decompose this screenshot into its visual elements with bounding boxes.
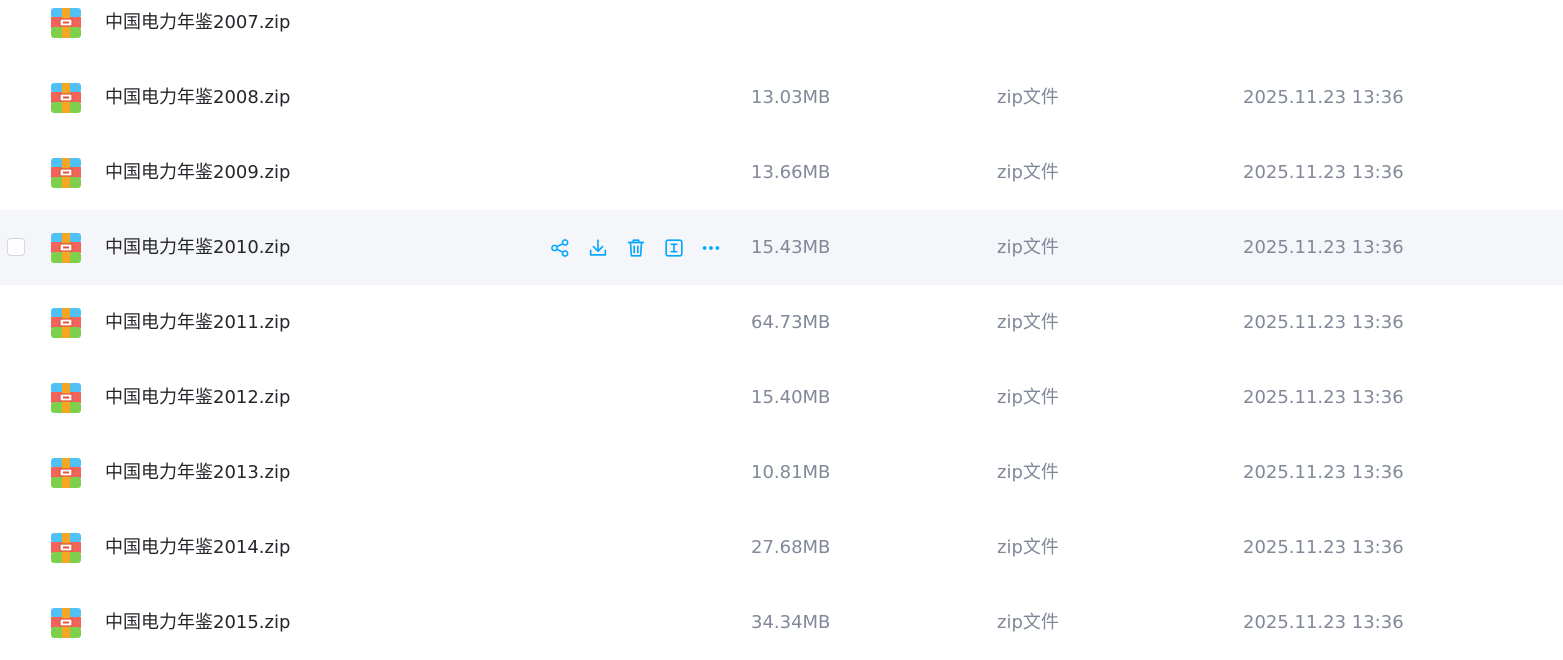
file-size: 13.03MB <box>751 87 831 108</box>
file-row[interactable]: 中国电力年鉴2012.zip 15.40MB zip文件 2025.11.23 … <box>0 360 1563 435</box>
zip-file-icon <box>51 533 81 563</box>
file-modified-time: 2025.11.23 13:36 <box>1243 162 1404 183</box>
file-row[interactable]: 中国电力年鉴2014.zip 27.68MB zip文件 2025.11.23 … <box>0 510 1563 585</box>
file-name[interactable]: 中国电力年鉴2011.zip <box>105 285 290 360</box>
file-modified-time: 2025.11.23 13:36 <box>1243 462 1404 483</box>
delete-button[interactable] <box>624 236 648 260</box>
file-modified-time: 2025.11.23 13:36 <box>1243 312 1404 333</box>
file-modified-time: 2025.11.23 13:36 <box>1243 537 1404 558</box>
trash-icon <box>627 239 645 257</box>
zip-file-icon <box>51 158 81 188</box>
file-modified-time: 2025.11.23 13:36 <box>1243 237 1404 258</box>
file-name[interactable]: 中国电力年鉴2008.zip <box>105 60 290 135</box>
file-size: 64.73MB <box>751 312 831 333</box>
file-type: zip文件 <box>997 312 1059 333</box>
file-modified-time: 2025.11.23 13:36 <box>1243 87 1404 108</box>
file-name[interactable]: 中国电力年鉴2012.zip <box>105 360 290 435</box>
zip-file-icon <box>51 383 81 413</box>
file-type: zip文件 <box>997 537 1059 558</box>
file-type: zip文件 <box>997 612 1059 633</box>
file-size: 10.81MB <box>751 462 831 483</box>
file-modified-time: 2025.11.23 13:36 <box>1243 387 1404 408</box>
zip-file-icon <box>51 233 81 263</box>
file-row[interactable]: 中国电力年鉴2008.zip 13.03MB zip文件 2025.11.23 … <box>0 60 1563 135</box>
file-size: 27.68MB <box>751 537 831 558</box>
rename-button[interactable] <box>662 236 686 260</box>
file-size: 15.40MB <box>751 387 831 408</box>
file-type: zip文件 <box>997 237 1059 258</box>
file-row[interactable]: 中国电力年鉴2015.zip 34.34MB zip文件 2025.11.23 … <box>0 585 1563 660</box>
file-row[interactable]: 中国电力年鉴2013.zip 10.81MB zip文件 2025.11.23 … <box>0 435 1563 510</box>
more-button[interactable] <box>699 236 723 260</box>
file-size: 34.34MB <box>751 612 831 633</box>
file-type: zip文件 <box>997 162 1059 183</box>
file-type: zip文件 <box>997 87 1059 108</box>
file-modified-time: 2025.11.23 13:36 <box>1243 612 1404 633</box>
file-list: 中国电力年鉴2007.zip 中国电力年鉴2008.zip 13.03MB zi… <box>0 0 1563 660</box>
zip-file-icon <box>51 608 81 638</box>
file-size: 13.66MB <box>751 162 831 183</box>
file-name[interactable]: 中国电力年鉴2014.zip <box>105 510 290 585</box>
file-type: zip文件 <box>997 387 1059 408</box>
file-name[interactable]: 中国电力年鉴2015.zip <box>105 585 290 660</box>
zip-file-icon <box>51 83 81 113</box>
file-row[interactable]: 中国电力年鉴2011.zip 64.73MB zip文件 2025.11.23 … <box>0 285 1563 360</box>
file-row[interactable]: 中国电力年鉴2007.zip <box>0 0 1563 60</box>
file-size: 15.43MB <box>751 237 831 258</box>
share-button[interactable] <box>548 236 572 260</box>
file-row[interactable]: 中国电力年鉴2009.zip 13.66MB zip文件 2025.11.23 … <box>0 135 1563 210</box>
zip-file-icon <box>51 458 81 488</box>
file-name[interactable]: 中国电力年鉴2007.zip <box>105 0 290 60</box>
file-type: zip文件 <box>997 462 1059 483</box>
download-icon <box>589 239 607 256</box>
row-checkbox[interactable] <box>7 238 25 256</box>
file-name[interactable]: 中国电力年鉴2009.zip <box>105 135 290 210</box>
rename-icon <box>665 239 683 257</box>
file-row[interactable]: 中国电力年鉴2010.zip 15.43MB zip文件 2025.11.23 … <box>0 210 1563 285</box>
share-icon <box>551 239 569 257</box>
more-icon <box>702 246 720 250</box>
file-name[interactable]: 中国电力年鉴2013.zip <box>105 435 290 510</box>
zip-file-icon <box>51 8 81 38</box>
download-button[interactable] <box>586 236 610 260</box>
file-name[interactable]: 中国电力年鉴2010.zip <box>105 210 290 285</box>
zip-file-icon <box>51 308 81 338</box>
